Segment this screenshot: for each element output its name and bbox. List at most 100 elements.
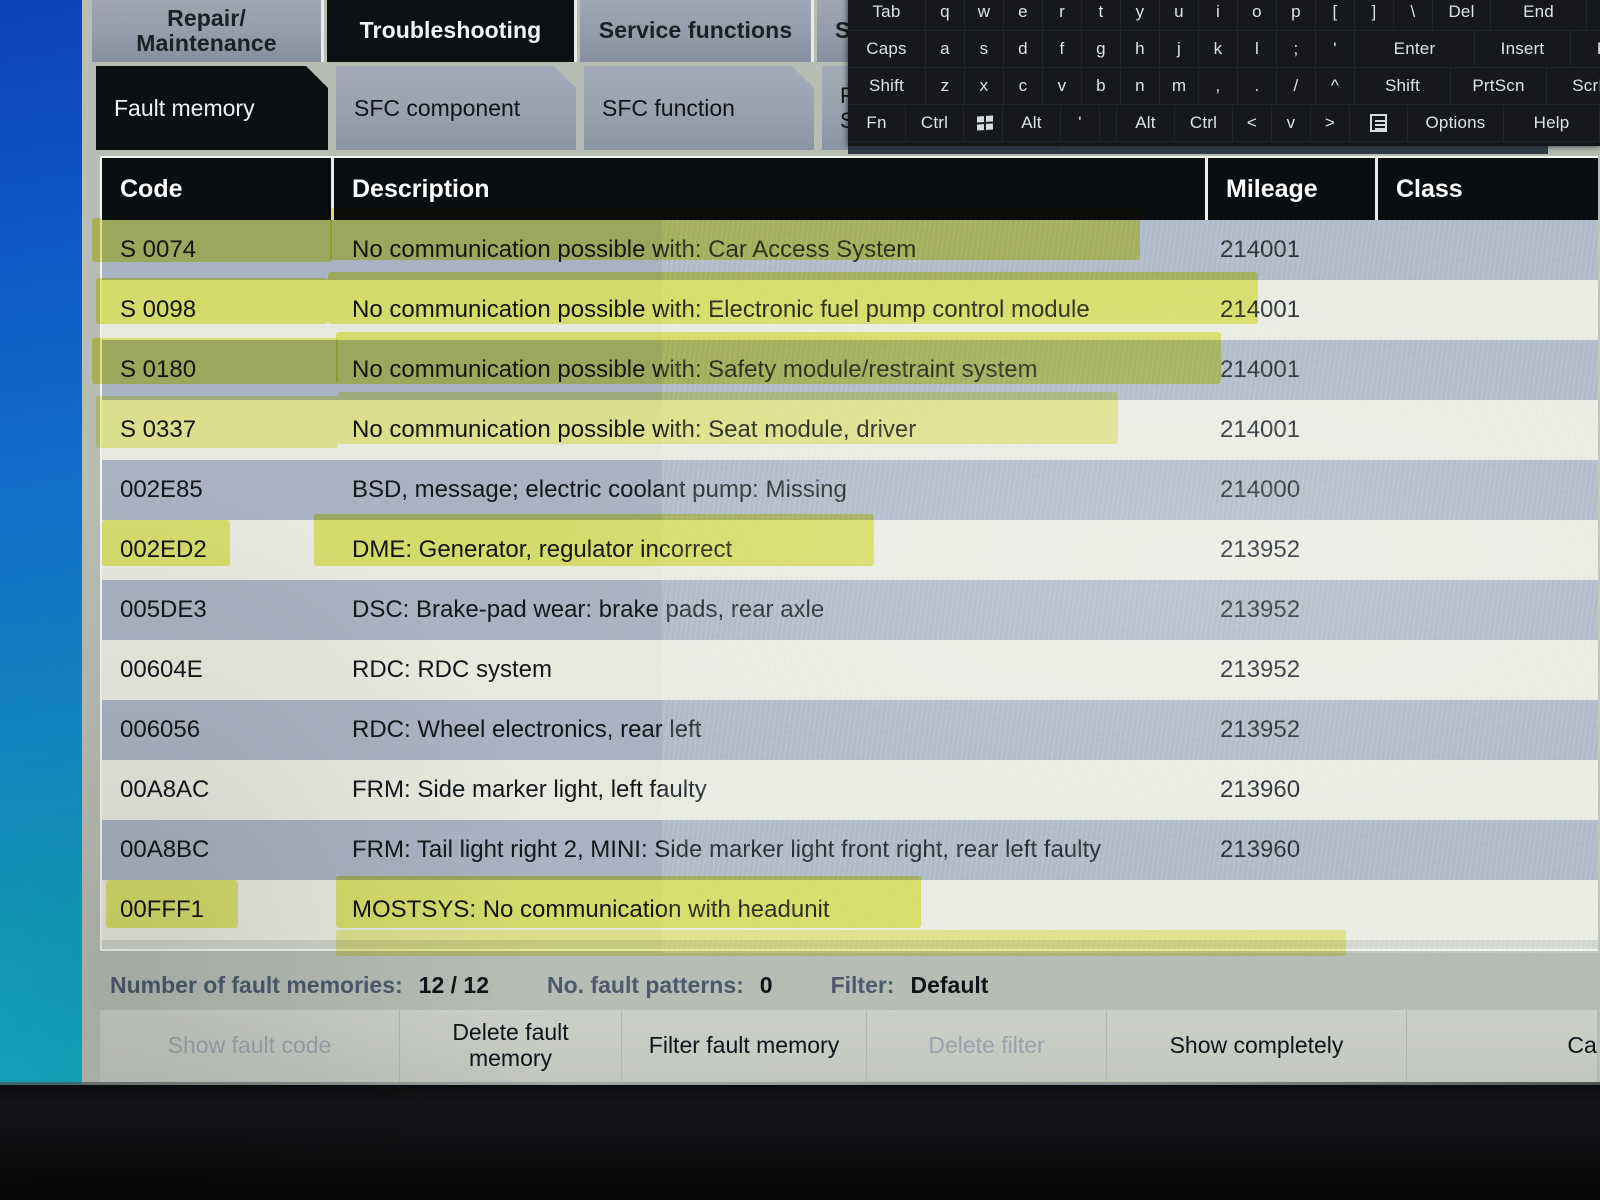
table-row[interactable]: 002ED2 DME: Generator, regulator incorre… [102, 520, 1598, 580]
key-n[interactable]: n [1121, 68, 1160, 105]
key-alt-right[interactable]: Alt [1117, 105, 1175, 142]
key-t[interactable]: t [1082, 0, 1121, 31]
key-v[interactable]: v [1043, 68, 1082, 105]
table-row[interactable]: 00FFF1 MOSTSYS: No communication with he… [102, 880, 1598, 940]
table-row[interactable]: 002E85 BSD, message; electric coolant pu… [102, 460, 1598, 520]
key-fn[interactable]: Fn [848, 105, 906, 142]
key-ctrl-left[interactable]: Ctrl [906, 105, 964, 142]
key-i[interactable]: i [1199, 0, 1238, 31]
key-options[interactable]: Options [1408, 105, 1504, 142]
column-header-class[interactable]: Class [1378, 158, 1597, 220]
key-semicolon[interactable]: ; [1277, 31, 1316, 68]
key-s[interactable]: s [965, 31, 1004, 68]
column-header-code[interactable]: Code [102, 158, 334, 220]
key-j[interactable]: j [1160, 31, 1199, 68]
cancel-button[interactable]: Cancel [1407, 1010, 1598, 1082]
key-end[interactable]: End [1491, 0, 1587, 31]
key-u[interactable]: u [1160, 0, 1199, 31]
column-header-description[interactable]: Description [334, 158, 1208, 220]
fault-memory-table: Code Description Mileage Class S 0074 No… [100, 156, 1600, 953]
tab-fault-memory[interactable]: Fault memory [96, 66, 328, 150]
tab-sfc-component[interactable]: SFC component [336, 66, 576, 150]
key-p[interactable]: p [1277, 0, 1316, 31]
key-apostrophe[interactable]: ' [1316, 31, 1355, 68]
key-printscreen[interactable]: PrtScn [1451, 68, 1547, 105]
key-pageup[interactable]: PgUp [1587, 0, 1600, 31]
context-menu-icon[interactable] [1350, 105, 1408, 142]
key-alt-left[interactable]: Alt [1003, 105, 1061, 142]
key-bracket-right[interactable]: ] [1355, 0, 1394, 31]
cell-description: FRM: Tail light right 2, MINI: Side mark… [352, 836, 1102, 863]
key-w[interactable]: w [965, 0, 1004, 31]
key-a[interactable]: a [926, 31, 965, 68]
key-quote-small[interactable]: ' [1061, 105, 1100, 142]
key-help[interactable]: Help [1504, 105, 1600, 142]
table-row[interactable]: S 0337 No communication possible with: S… [102, 400, 1598, 460]
arrow-up-icon[interactable]: ^ [1316, 68, 1355, 105]
tab-service-functions[interactable]: Service functions [580, 0, 814, 62]
key-enter[interactable]: Enter [1355, 31, 1475, 68]
key-capslock[interactable]: Caps [848, 31, 926, 68]
table-row[interactable]: S 0098 No communication possible with: E… [102, 280, 1598, 340]
key-r[interactable]: r [1043, 0, 1082, 31]
tab-repair-maintenance[interactable]: Repair/Maintenance [92, 0, 324, 62]
key-tab[interactable]: Tab [848, 0, 926, 31]
key-f[interactable]: f [1043, 31, 1082, 68]
key-scrolllock[interactable]: ScrLk [1547, 68, 1600, 105]
arrow-left-icon[interactable]: < [1233, 105, 1272, 142]
key-c[interactable]: c [1004, 68, 1043, 105]
key-delete[interactable]: Del [1433, 0, 1491, 31]
key-period[interactable]: . [1238, 68, 1277, 105]
laptop-bezel: lenovo [0, 1085, 1600, 1200]
key-x[interactable]: x [965, 68, 1004, 105]
arrow-down-icon[interactable]: v [1272, 105, 1311, 142]
filter-fault-memory-button[interactable]: Filter fault memory [622, 1010, 867, 1082]
key-g[interactable]: g [1082, 31, 1121, 68]
key-m[interactable]: m [1160, 68, 1199, 105]
key-comma[interactable]: , [1199, 68, 1238, 105]
key-insert[interactable]: Insert [1475, 31, 1571, 68]
key-pagedown[interactable]: PgDn [1571, 31, 1600, 68]
table-row[interactable]: 006056 RDC: Wheel electronics, rear left… [102, 700, 1598, 760]
key-e[interactable]: e [1004, 0, 1043, 31]
key-bracket-left[interactable]: [ [1316, 0, 1355, 31]
table-row[interactable]: S 0074 No communication possible with: C… [102, 220, 1598, 280]
status-bar: Number of fault memories: 12 / 12 No. fa… [100, 960, 1598, 1010]
cell-description: No communication possible with: Seat mod… [352, 416, 917, 443]
key-shift-left[interactable]: Shift [848, 68, 926, 105]
on-screen-keyboard[interactable]: Tab q w e r t y u i o p [ ] \ Del End Pg… [848, 0, 1600, 146]
column-header-mileage[interactable]: Mileage [1208, 158, 1378, 220]
key-k[interactable]: k [1199, 31, 1238, 68]
key-ctrl-right[interactable]: Ctrl [1175, 105, 1233, 142]
key-slash[interactable]: / [1277, 68, 1316, 105]
table-body: S 0074 No communication possible with: C… [102, 220, 1598, 940]
delete-filter-button[interactable]: Delete filter [867, 1010, 1107, 1082]
table-row[interactable]: 00A8AC FRM: Side marker light, left faul… [102, 760, 1598, 820]
key-l[interactable]: l [1238, 31, 1277, 68]
delete-fault-memory-button[interactable]: Delete fault memory [400, 1010, 622, 1082]
table-row[interactable]: 00604E RDC: RDC system 213952 [102, 640, 1598, 700]
key-space[interactable] [1100, 105, 1117, 142]
key-shift-right[interactable]: Shift [1355, 68, 1451, 105]
cell-code: 005DE3 [120, 596, 207, 623]
table-row[interactable]: S 0180 No communication possible with: S… [102, 340, 1598, 400]
show-completely-button[interactable]: Show completely [1107, 1010, 1407, 1082]
table-row[interactable]: 005DE3 DSC: Brake-pad wear: brake pads, … [102, 580, 1598, 640]
windows-icon[interactable] [964, 105, 1003, 142]
tab-troubleshooting[interactable]: Troubleshooting [327, 0, 577, 62]
table-row[interactable]: 00A8BC FRM: Tail light right 2, MINI: Si… [102, 820, 1598, 880]
key-z[interactable]: z [926, 68, 965, 105]
key-backslash[interactable]: \ [1394, 0, 1433, 31]
key-b[interactable]: b [1082, 68, 1121, 105]
show-fault-code-button[interactable]: Show fault code [100, 1010, 400, 1082]
arrow-right-icon[interactable]: > [1311, 105, 1350, 142]
key-y[interactable]: y [1121, 0, 1160, 31]
cell-description: No communication possible with: Safety m… [352, 356, 1038, 383]
key-h[interactable]: h [1121, 31, 1160, 68]
tab-sfc-function[interactable]: SFC function [584, 66, 814, 150]
key-d[interactable]: d [1004, 31, 1043, 68]
keyboard-row: Caps a s d f g h j k l ; ' Enter Insert … [848, 31, 1600, 68]
key-o[interactable]: o [1238, 0, 1277, 31]
cell-code: 002E85 [120, 476, 203, 503]
key-q[interactable]: q [926, 0, 965, 31]
